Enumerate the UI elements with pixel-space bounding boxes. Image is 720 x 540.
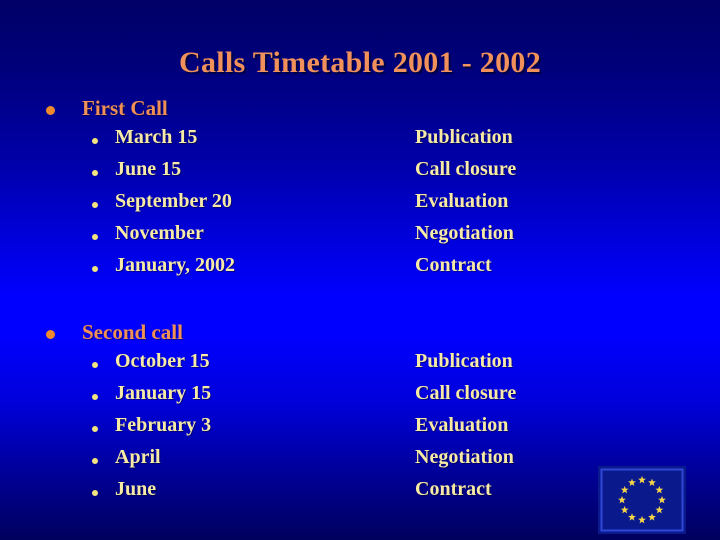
call-stage-label: Publication: [415, 350, 513, 372]
section-heading-row: First Call: [0, 96, 720, 126]
sub-bullet-disc-icon: [92, 394, 98, 400]
list-item: January, 2002 Contract: [0, 254, 720, 286]
call-date-label: April: [115, 446, 161, 468]
section-heading-label: First Call: [82, 96, 168, 120]
european-union-flag-icon: [598, 466, 686, 534]
list-item: November Negotiation: [0, 222, 720, 254]
sub-bullet-disc-icon: [92, 458, 98, 464]
sub-bullet-disc-icon: [92, 234, 98, 240]
call-date-label: June 15: [115, 158, 182, 180]
call-stage-label: Evaluation: [415, 414, 509, 436]
call-stage-label: Negotiation: [415, 222, 514, 244]
list-item: September 20 Evaluation: [0, 190, 720, 222]
call-stage-label: Contract: [415, 478, 492, 500]
sub-bullet-disc-icon: [92, 490, 98, 496]
bullet-disc-icon: [46, 330, 55, 339]
call-stage-label: Negotiation: [415, 446, 514, 468]
call-date-label: November: [115, 222, 204, 244]
call-date-label: January 15: [115, 382, 212, 404]
call-date-label: October 15: [115, 350, 210, 372]
list-item: June 15 Call closure: [0, 158, 720, 190]
presentation-slide: Calls Timetable 2001 - 2002 First Call M…: [0, 0, 720, 540]
call-stage-label: Evaluation: [415, 190, 509, 212]
sub-bullet-disc-icon: [92, 138, 98, 144]
call-date-label: September 20: [115, 190, 232, 212]
call-date-label: February 3: [115, 414, 212, 436]
sub-bullet-disc-icon: [92, 426, 98, 432]
sub-bullet-disc-icon: [92, 170, 98, 176]
list-item: March 15 Publication: [0, 126, 720, 158]
sub-bullet-disc-icon: [92, 266, 98, 272]
call-stage-label: Contract: [415, 254, 492, 276]
call-stage-label: Call closure: [415, 382, 517, 404]
section-heading-row: Second call: [0, 320, 720, 350]
section-first-call: First Call March 15 Publication June 15 …: [0, 96, 720, 286]
call-stage-label: Publication: [415, 126, 513, 148]
call-stage-label: Call closure: [415, 158, 517, 180]
list-item: October 15 Publication: [0, 350, 720, 382]
call-date-label: January, 2002: [115, 254, 236, 276]
page-title: Calls Timetable 2001 - 2002: [179, 46, 541, 79]
bullet-disc-icon: [46, 106, 55, 115]
list-item: January 15 Call closure: [0, 382, 720, 414]
call-date-label: March 15: [115, 126, 198, 148]
sub-bullet-disc-icon: [92, 362, 98, 368]
sub-bullet-disc-icon: [92, 202, 98, 208]
section-heading-label: Second call: [82, 320, 183, 344]
call-date-label: June: [115, 478, 157, 500]
slide-body: First Call March 15 Publication June 15 …: [0, 96, 720, 516]
list-item: February 3 Evaluation: [0, 414, 720, 446]
